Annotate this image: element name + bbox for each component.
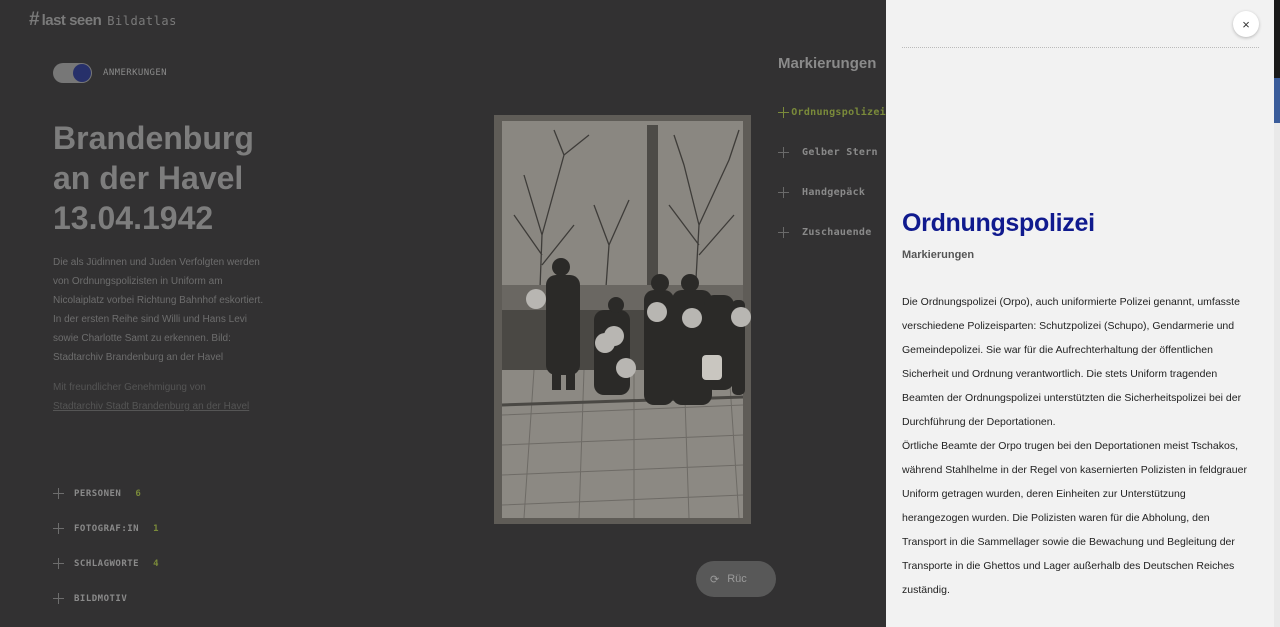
detail-panel: × Ordnungspolizei Markierungen Die Ordnu… (886, 0, 1280, 627)
marker-label: Ordnungspolizei (791, 106, 886, 118)
page-title: Brandenburg an der Havel 13.04.1942 (53, 118, 313, 238)
accordion-label: PERSONEN (74, 488, 122, 499)
site-logo[interactable]: # last seen Bildatlas (29, 9, 177, 31)
title-line-2: an der Havel (53, 160, 244, 196)
accordion-label: FOTOGRAF:IN (74, 523, 140, 534)
rotate-icon: ⟳ (710, 573, 720, 586)
marker-item-zuschauende[interactable]: Zuschauende (778, 212, 886, 252)
logo-subtitle: Bildatlas (107, 14, 177, 28)
panel-body: Die Ordnungspolizei (Orpo), auch uniform… (902, 290, 1254, 602)
image-description: Die als Jüdinnen und Juden Verfolgten we… (53, 257, 264, 363)
panel-subtitle: Markierungen (902, 249, 975, 261)
reload-button[interactable]: ⟳ Rüc (696, 561, 776, 597)
plus-icon (778, 186, 789, 198)
plus-icon (53, 593, 64, 604)
accordion-count: 4 (153, 558, 159, 569)
edge-strip-blue (1274, 78, 1280, 123)
panel-paragraph-2: Örtliche Beamte der Orpo trugen bei den … (902, 440, 1247, 596)
annotations-toggle-row: ANMERKUNGEN (53, 63, 167, 83)
close-button[interactable]: × (1233, 11, 1259, 37)
details-accordion: PERSONEN 6 FOTOGRAF:IN 1 SCHLAGWORTE 4 B… (53, 476, 159, 616)
accordion-item-schlagworte[interactable]: SCHLAGWORTE 4 (53, 546, 159, 581)
panel-title: Ordnungspolizei (902, 209, 1095, 237)
toggle-knob (73, 64, 91, 82)
markierungen-items: Ordnungspolizei Gelber Stern Handgepäck … (778, 92, 886, 252)
annotations-toggle[interactable] (53, 63, 92, 83)
marker-item-gelber-stern[interactable]: Gelber Stern (778, 132, 886, 172)
plus-icon (53, 488, 64, 499)
plus-icon (778, 226, 789, 238)
credit: Mit freundlicher Genehmigung von Stadtar… (53, 378, 283, 416)
divider (902, 47, 1259, 48)
title-date: 13.04.1942 (53, 200, 214, 236)
accordion-item-fotograf[interactable]: FOTOGRAF:IN 1 (53, 511, 159, 546)
accordion-item-personen[interactable]: PERSONEN 6 (53, 476, 159, 511)
accordion-count: 6 (135, 488, 141, 499)
plus-icon (53, 558, 64, 569)
marker-label: Handgepäck (802, 186, 866, 198)
plus-icon (778, 146, 789, 158)
panel-paragraph-1: Die Ordnungspolizei (Orpo), auch uniform… (902, 296, 1242, 428)
edge-strip-dark (1274, 0, 1280, 78)
markierungen-list: Markierungen Ordnungspolizei Gelber Ster… (778, 55, 886, 252)
plus-icon (53, 523, 64, 534)
title-line-1: Brandenburg (53, 120, 254, 156)
logo-hash: # (29, 9, 40, 30)
credit-text: Mit freundlicher Genehmigung von (53, 382, 206, 393)
reload-button-label: Rüc (727, 573, 747, 585)
toggle-label: ANMERKUNGEN (103, 68, 168, 78)
close-icon: × (1242, 16, 1250, 32)
marker-item-handgepaeck[interactable]: Handgepäck (778, 172, 886, 212)
logo-text: last seen (41, 12, 102, 29)
historical-photo (494, 115, 751, 524)
marker-label: Zuschauende (802, 226, 872, 238)
edge-strip-light (1274, 123, 1280, 627)
accordion-item-bildmotiv[interactable]: BILDMOTIV (53, 581, 159, 616)
accordion-count: 1 (153, 523, 159, 534)
marker-item-ordnungspolizei[interactable]: Ordnungspolizei (778, 92, 886, 132)
accordion-label: SCHLAGWORTE (74, 558, 140, 569)
marker-label: Gelber Stern (802, 146, 878, 158)
credit-link[interactable]: Stadtarchiv Stadt Brandenburg an der Hav… (53, 397, 283, 416)
accordion-label: BILDMOTIV (74, 593, 128, 604)
markierungen-title: Markierungen (778, 55, 877, 72)
